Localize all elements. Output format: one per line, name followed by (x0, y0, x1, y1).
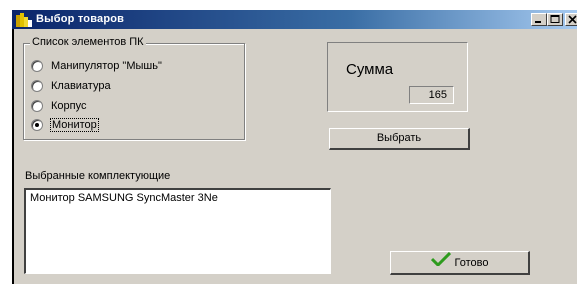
radio-label: Манипулятор "Мышь" (51, 59, 162, 72)
checkmark-icon (430, 251, 451, 274)
sum-value: 165 (409, 86, 454, 104)
window-title: Выбор товаров (36, 13, 125, 25)
radio-keyboard[interactable]: Клавиатура (31, 78, 111, 93)
selected-components-label: Выбранные комплектующие (25, 170, 171, 182)
list-item[interactable]: Монитор SAMSUNG SyncMaster 3Ne (30, 192, 218, 204)
select-button[interactable]: Выбрать (329, 128, 470, 150)
maximize-button[interactable] (547, 13, 563, 26)
selected-components-list[interactable]: Монитор SAMSUNG SyncMaster 3Ne (24, 188, 331, 274)
window-edge (12, 29, 14, 284)
done-button-label: Готово (454, 256, 489, 269)
radio-monitor[interactable]: Монитор (31, 117, 99, 132)
radio-mouse[interactable]: Манипулятор "Мышь" (31, 58, 162, 73)
radio-button[interactable] (31, 59, 43, 72)
radio-label: Корпус (51, 99, 87, 112)
done-button[interactable]: Готово (390, 251, 530, 275)
radio-label: Клавиатура (51, 79, 111, 92)
radio-case[interactable]: Корпус (31, 98, 86, 113)
close-button[interactable] (565, 13, 577, 26)
title-bar[interactable]: Выбор товаров (12, 10, 577, 29)
radio-button-checked[interactable] (31, 118, 43, 131)
minimize-button[interactable] (531, 13, 547, 26)
group-label: Список элементов ПК (30, 36, 146, 48)
radio-button[interactable] (31, 99, 43, 112)
sum-label: Сумма (346, 61, 394, 78)
radio-label: Монитор (50, 117, 99, 132)
minimize-icon (535, 21, 541, 23)
radio-button[interactable] (31, 79, 43, 92)
close-icon (568, 15, 577, 24)
maximize-icon (550, 15, 560, 23)
app-icon (16, 12, 32, 27)
